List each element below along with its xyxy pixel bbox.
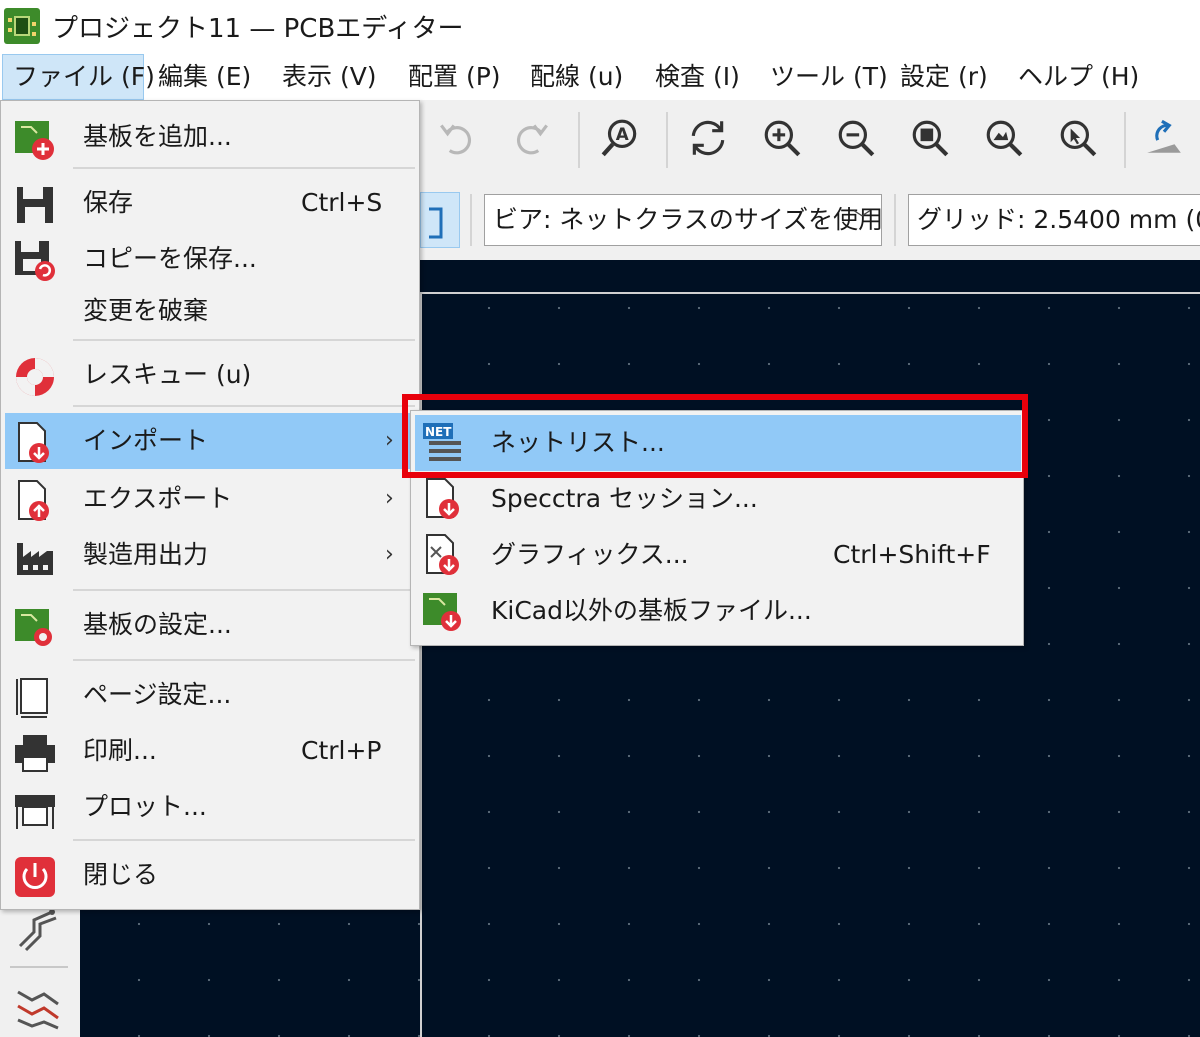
board-setup-icon (13, 605, 57, 649)
import-submenu: NET ネットリスト... Specctra セッション... グラフィックス.… (410, 410, 1024, 646)
via-size-select[interactable]: ビア: ネットクラスのサイズを使用 ﹀ (484, 194, 882, 246)
zoom-out-icon[interactable] (834, 116, 878, 160)
submenu-arrow-icon: › (385, 428, 394, 453)
menu-inspect[interactable]: 検査 (I) (655, 54, 740, 100)
undo-icon[interactable] (434, 116, 478, 160)
netlist-icon: NET (421, 421, 465, 465)
non-kicad-board-icon (421, 589, 465, 633)
save-copy-icon (13, 239, 57, 283)
chevron-down-icon: ﹀ (853, 209, 871, 230)
save-icon (13, 183, 57, 227)
submenu-item-graphics[interactable]: グラフィックス... Ctrl+Shift+F (415, 527, 1021, 583)
submenu-item-netlist[interactable]: NET ネットリスト... (415, 415, 1021, 471)
menu-help[interactable]: ヘルプ (H) (1018, 54, 1139, 100)
board-outline (420, 292, 1200, 1037)
file-menu-dropdown: 基板を追加... 保存 Ctrl+S コピーを保存... 変更を破棄 レスキュー… (0, 100, 420, 910)
pcb-editor-app-icon (4, 8, 40, 44)
menu-item-save[interactable]: 保存 Ctrl+S (5, 175, 417, 231)
export-icon (13, 479, 57, 523)
zoom-in-icon[interactable] (760, 116, 804, 160)
route-differential-pair-icon[interactable] (14, 906, 62, 954)
secondary-toolbar: ビア: ネットクラスのサイズを使用 ﹀ グリッド: 2.5400 mm (0.1 (420, 180, 1200, 260)
menu-preferences[interactable]: 設定 (r) (900, 54, 988, 100)
menu-place[interactable]: 配置 (P) (408, 54, 501, 100)
rescue-icon (13, 355, 57, 399)
window-title: プロジェクト11 — PCBエディター (52, 14, 464, 44)
specctra-import-icon (421, 477, 465, 521)
menu-item-fabrication-outputs[interactable]: 製造用出力 › (5, 527, 417, 583)
svg-text:A: A (616, 124, 629, 144)
plot-icon (13, 787, 57, 831)
menu-item-add-board[interactable]: 基板を追加... (5, 109, 417, 165)
menu-edit[interactable]: 編集 (E) (158, 54, 251, 100)
grid-size-select[interactable]: グリッド: 2.5400 mm (0.1 (908, 194, 1200, 246)
menu-item-close[interactable]: 閉じる (5, 847, 417, 903)
redo-icon[interactable] (510, 116, 554, 160)
zoom-fit-icon[interactable] (908, 116, 952, 160)
fabrication-icon (13, 535, 57, 579)
tune-length-icon[interactable] (14, 982, 62, 1030)
submenu-arrow-icon: › (385, 542, 394, 567)
zoom-objects-icon[interactable] (982, 116, 1026, 160)
menu-route[interactable]: 配線 (u) (530, 54, 623, 100)
flip-board-icon[interactable] (1142, 116, 1186, 160)
menu-item-import[interactable]: インポート › (5, 413, 417, 469)
title-bar: プロジェクト11 — PCBエディター (0, 0, 1200, 52)
menu-item-rescue[interactable]: レスキュー (u) (5, 347, 417, 403)
find-icon[interactable]: A (598, 116, 642, 160)
submenu-item-specctra-session[interactable]: Specctra セッション... (415, 471, 1021, 527)
menu-item-print[interactable]: 印刷... Ctrl+P (5, 723, 417, 779)
menu-item-board-setup[interactable]: 基板の設定... (5, 597, 417, 653)
print-icon (13, 731, 57, 775)
menu-item-revert[interactable]: 変更を破棄 (5, 283, 417, 339)
menu-item-save-copy[interactable]: コピーを保存... (5, 231, 417, 287)
menu-item-plot[interactable]: プロット... (5, 779, 417, 835)
page-setup-icon (13, 675, 57, 719)
graphics-import-icon (421, 533, 465, 577)
submenu-arrow-icon: › (385, 486, 394, 511)
menu-tools[interactable]: ツール (T) (770, 54, 888, 100)
menu-file[interactable]: ファイル (F) (2, 54, 155, 100)
import-icon (13, 421, 57, 465)
track-width-button[interactable] (420, 192, 460, 248)
main-toolbar: A (420, 100, 1200, 180)
menu-item-export[interactable]: エクスポート › (5, 471, 417, 527)
menu-bar: ファイル (F) 編集 (E) 表示 (V) 配置 (P) 配線 (u) 検査 … (0, 54, 1200, 100)
zoom-selection-icon[interactable] (1056, 116, 1100, 160)
menu-item-page-setup[interactable]: ページ設定... (5, 667, 417, 723)
menu-view[interactable]: 表示 (V) (282, 54, 377, 100)
add-board-icon (13, 117, 57, 161)
submenu-item-non-kicad-board[interactable]: KiCad以外の基板ファイル... (415, 583, 1021, 639)
svg-text:NET: NET (425, 425, 452, 439)
refresh-icon[interactable] (686, 116, 730, 160)
power-icon (13, 855, 57, 899)
